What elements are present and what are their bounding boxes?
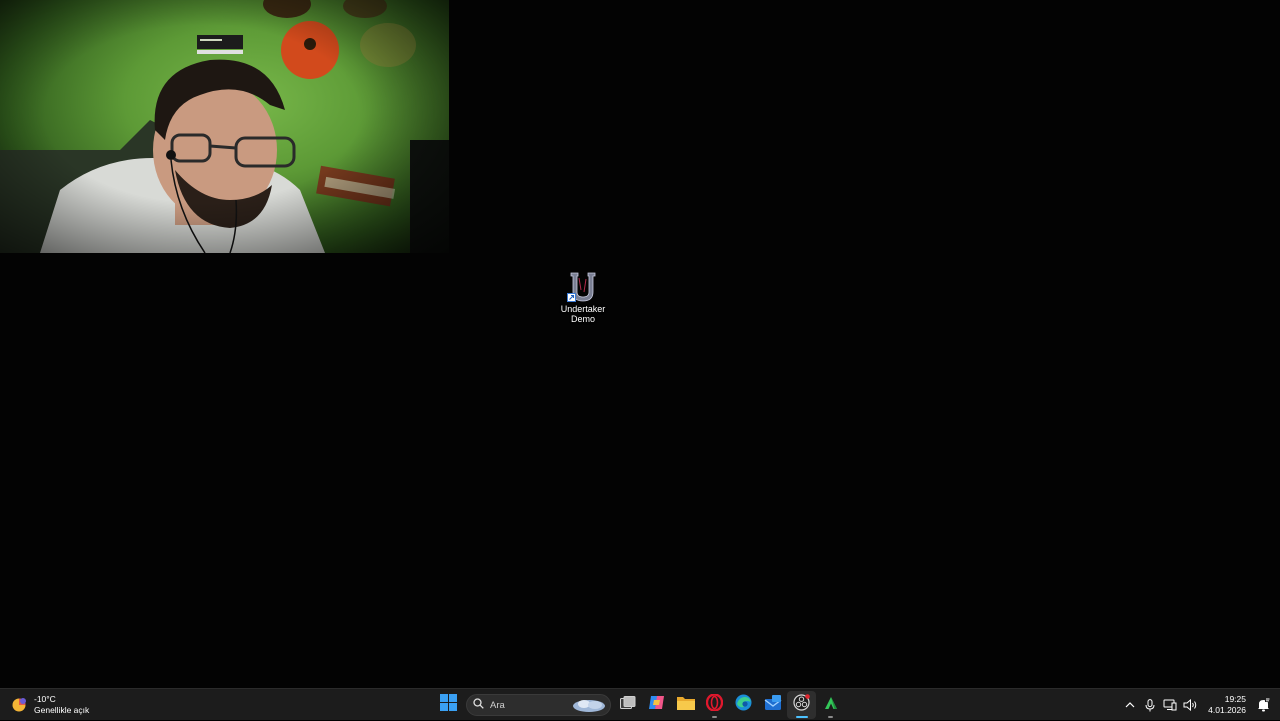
search-icon	[473, 696, 484, 714]
search-placeholder: Ara	[490, 699, 505, 711]
nvidia-app-button[interactable]	[816, 691, 845, 719]
obs-button[interactable]	[787, 691, 816, 719]
task-view-icon	[619, 695, 636, 715]
search-highlight-icon	[572, 697, 606, 713]
volume-icon[interactable]	[1180, 691, 1200, 719]
weather-temperature: -10°C	[34, 694, 56, 704]
mail-icon	[764, 694, 782, 716]
webcam-overlay	[0, 0, 449, 253]
opera-icon	[705, 693, 724, 716]
undertaker-demo-shortcut[interactable]: Undertaker Demo	[553, 270, 613, 324]
taskbar-apps: Ara	[434, 691, 845, 719]
running-indicator	[828, 716, 833, 718]
obs-icon	[793, 694, 810, 716]
weather-icon	[10, 695, 30, 715]
microphone-icon[interactable]	[1140, 691, 1160, 719]
undertaker-app-icon	[567, 270, 599, 302]
file-explorer-button[interactable]	[671, 691, 700, 719]
active-indicator	[796, 716, 808, 718]
edge-button[interactable]	[729, 691, 758, 719]
edge-icon	[735, 694, 752, 716]
weather-condition: Genellikle açık	[34, 705, 90, 715]
mail-button[interactable]	[758, 691, 787, 719]
windows-logo-icon	[440, 694, 457, 716]
copilot-button[interactable]	[642, 691, 671, 719]
opera-button[interactable]	[700, 691, 729, 719]
task-view-button[interactable]	[613, 691, 642, 719]
notification-bell-icon[interactable]	[1252, 698, 1274, 712]
clock-time: 19:25	[1224, 694, 1246, 704]
system-tray: 19:25 4.01.2026	[1120, 689, 1280, 721]
weather-widget[interactable]: -10°C Genellikle açık	[10, 692, 89, 718]
shortcut-label-line2: Demo	[570, 314, 595, 324]
folder-icon	[676, 695, 695, 715]
copilot-icon	[648, 694, 665, 716]
chevron-up-icon[interactable]	[1120, 691, 1140, 719]
clock-date: 4.01.2026	[1208, 705, 1246, 715]
green-app-icon	[823, 695, 839, 716]
running-indicator	[712, 716, 717, 718]
taskbar: -10°C Genellikle açık Ara 19:25 4.01.202…	[0, 688, 1280, 720]
start-button[interactable]	[434, 691, 463, 719]
search-input[interactable]: Ara	[466, 694, 611, 716]
shortcut-label-line1: Undertaker	[560, 304, 606, 314]
desktop: Undertaker Demo	[0, 0, 1280, 688]
network-icon[interactable]	[1160, 691, 1180, 719]
clock[interactable]: 19:25 4.01.2026	[1208, 694, 1246, 716]
shortcut-arrow-icon	[567, 293, 576, 302]
